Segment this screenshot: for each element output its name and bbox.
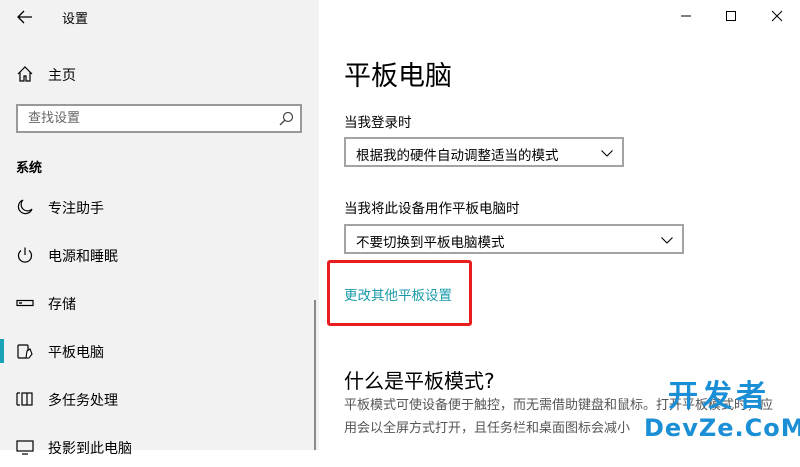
back-arrow-icon xyxy=(17,10,32,24)
multitasking-icon xyxy=(16,392,33,406)
section-header: 系统 xyxy=(16,161,43,176)
nav-home[interactable]: 主页 xyxy=(0,58,319,90)
sidebar-item-label: 多任务处理 xyxy=(48,393,118,409)
back-button[interactable] xyxy=(14,6,36,28)
sidebar-item-label: 电源和睡眠 xyxy=(48,249,118,265)
section-title: 什么是平板模式? xyxy=(344,369,495,393)
close-button[interactable] xyxy=(762,4,792,28)
dropdown-value: 不要切换到平板电脑模式 xyxy=(356,235,505,251)
signin-mode-dropdown[interactable]: 根据我的硬件自动调整适当的模式 xyxy=(344,137,624,167)
close-icon xyxy=(771,10,783,22)
nav-home-label: 主页 xyxy=(48,68,76,84)
search-icon[interactable] xyxy=(278,111,294,127)
moon-icon xyxy=(17,199,33,215)
minimize-icon xyxy=(681,15,691,17)
chevron-down-icon xyxy=(601,150,613,157)
tablet-mode-label: 当我将此设备用作平板电脑时 xyxy=(344,201,520,217)
tablet-mode-dropdown[interactable]: 不要切换到平板电脑模式 xyxy=(344,224,684,254)
page-title: 平板电脑 xyxy=(344,61,452,92)
selected-indicator xyxy=(0,339,4,363)
maximize-button[interactable] xyxy=(716,4,746,28)
watermark-bottom: DevZe.CoM xyxy=(644,414,800,442)
app-title: 设置 xyxy=(62,12,89,27)
dropdown-value: 根据我的硬件自动调整适当的模式 xyxy=(356,148,559,164)
maximize-icon xyxy=(726,11,736,21)
watermark-top: 开发者 xyxy=(668,379,770,414)
sidebar-scrollbar[interactable] xyxy=(314,300,316,450)
search-input[interactable] xyxy=(18,106,278,131)
sidebar-item-label: 投影到此电脑 xyxy=(48,441,132,457)
minimize-button[interactable] xyxy=(671,4,701,28)
project-icon xyxy=(16,440,34,455)
sidebar-item-label: 存储 xyxy=(48,297,76,313)
storage-icon xyxy=(16,299,34,307)
sidebar-item-label: 平板电脑 xyxy=(48,345,104,361)
sidebar-item-focus-assist[interactable]: 专注助手 xyxy=(0,187,319,227)
sidebar-item-tablet[interactable]: 平板电脑 xyxy=(0,331,319,371)
sidebar-item-multitasking[interactable]: 多任务处理 xyxy=(0,379,319,419)
signin-mode-label: 当我登录时 xyxy=(344,115,412,131)
sidebar: 设置 主页 系统 专注助手 电源和睡眠 存储 xyxy=(0,0,319,457)
watermark: 开发者 DevZe.CoM xyxy=(644,379,800,446)
sidebar-item-project[interactable]: 投影到此电脑 xyxy=(0,427,319,467)
home-icon xyxy=(17,66,33,82)
more-tablet-settings-link[interactable]: 更改其他平板设置 xyxy=(344,284,452,304)
chevron-down-icon xyxy=(661,237,673,244)
sidebar-item-power-sleep[interactable]: 电源和睡眠 xyxy=(0,235,319,275)
tablet-icon xyxy=(17,344,33,359)
sidebar-item-label: 专注助手 xyxy=(48,201,104,217)
search-box[interactable] xyxy=(16,104,302,133)
power-icon xyxy=(17,247,33,263)
sidebar-item-storage[interactable]: 存储 xyxy=(0,283,319,323)
